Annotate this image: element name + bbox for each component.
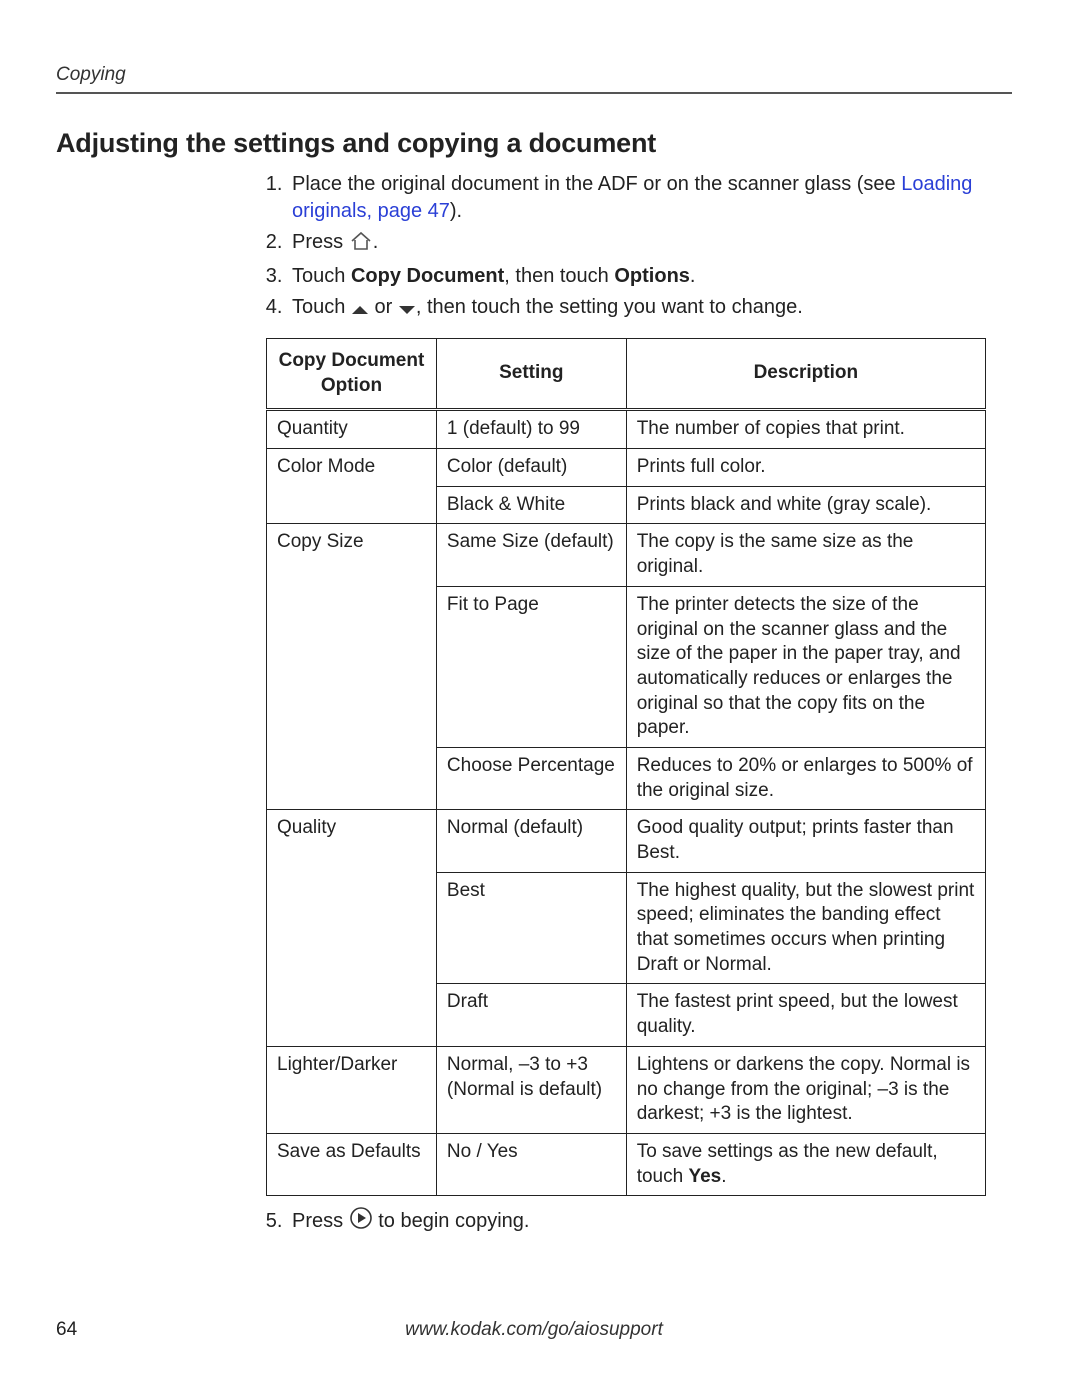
step-3-b: Copy Document — [351, 265, 504, 287]
cell-setting: Normal (default) — [436, 810, 626, 872]
cell-desc: Reduces to 20% or enlarges to 500% of th… — [626, 747, 985, 809]
cell-setting: 1 (default) to 99 — [436, 410, 626, 449]
table-row: Quality Normal (default) Good quality ou… — [267, 810, 986, 872]
cell-option: Save as Defaults — [267, 1133, 437, 1195]
step-1-text-post: ). — [450, 200, 462, 222]
cell-desc: Good quality output; prints faster than … — [626, 810, 985, 872]
cell-desc: Lightens or darkens the copy. Normal is … — [626, 1046, 985, 1133]
step-2-text-pre: Press — [292, 231, 349, 253]
cell-setting: No / Yes — [436, 1133, 626, 1195]
cell-option: Quality — [267, 810, 437, 1047]
step-3-d: Options — [614, 265, 690, 287]
step-4: Touch or , then touch the setting you wa… — [288, 294, 1012, 324]
cell-desc: The highest quality, but the slowest pri… — [626, 872, 985, 984]
cell-setting: Fit to Page — [436, 586, 626, 747]
table-row: Quantity 1 (default) to 99 The number of… — [267, 410, 986, 449]
step-4-a: Touch — [292, 296, 351, 318]
table-row: Save as Defaults No / Yes To save settin… — [267, 1133, 986, 1195]
step-4-c: , then touch the setting you want to cha… — [416, 296, 803, 318]
step-5-a: Press — [292, 1210, 349, 1232]
cell-desc-post: . — [721, 1166, 726, 1187]
steps-list-cont: Press to begin copying. — [56, 1206, 1012, 1238]
page-title: Adjusting the settings and copying a doc… — [56, 128, 1012, 159]
cell-option: Lighter/Darker — [267, 1046, 437, 1133]
step-1-text-pre: Place the original document in the ADF o… — [292, 173, 901, 195]
cell-setting: Choose Percentage — [436, 747, 626, 809]
options-table-wrap: Copy Document Option Setting Description… — [266, 338, 1012, 1196]
cell-desc: The fastest print speed, but the lowest … — [626, 984, 985, 1046]
cell-desc: To save settings as the new default, tou… — [626, 1133, 985, 1195]
up-arrow-icon — [351, 297, 369, 324]
step-3-a: Touch — [292, 265, 351, 287]
cell-setting: Same Size (default) — [436, 524, 626, 586]
cell-setting: Normal, –3 to +3 (Normal is default) — [436, 1046, 626, 1133]
step-3: Touch Copy Document, then touch Options. — [288, 263, 1012, 290]
step-3-e: . — [690, 265, 696, 287]
cell-option: Color Mode — [267, 449, 437, 524]
step-5: Press to begin copying. — [288, 1206, 1012, 1238]
th-option: Copy Document Option — [267, 339, 437, 410]
cell-setting: Draft — [436, 984, 626, 1046]
step-2: Press . — [288, 229, 1012, 259]
table-row: Color Mode Color (default) Prints full c… — [267, 449, 986, 487]
cell-desc: The printer detects the size of the orig… — [626, 586, 985, 747]
running-head: Copying — [56, 64, 1012, 92]
cell-option: Copy Size — [267, 524, 437, 810]
cell-desc-bold: Yes — [688, 1166, 721, 1187]
down-arrow-icon — [398, 297, 416, 324]
copy-options-table: Copy Document Option Setting Description… — [266, 338, 986, 1196]
home-icon — [349, 231, 373, 259]
cell-desc: The copy is the same size as the origina… — [626, 524, 985, 586]
footer-url: www.kodak.com/go/aiosupport — [56, 1319, 1012, 1341]
header-divider — [56, 92, 1012, 94]
cell-setting: Color (default) — [436, 449, 626, 487]
step-4-b: or — [369, 296, 398, 318]
step-1: Place the original document in the ADF o… — [288, 171, 1012, 225]
table-row: Lighter/Darker Normal, –3 to +3 (Normal … — [267, 1046, 986, 1133]
cell-desc-pre: To save settings as the new default, tou… — [637, 1141, 938, 1187]
step-2-text-post: . — [373, 231, 379, 253]
cell-desc: The number of copies that print. — [626, 410, 985, 449]
table-row: Copy Size Same Size (default) The copy i… — [267, 524, 986, 586]
cell-desc: Prints full color. — [626, 449, 985, 487]
th-setting: Setting — [436, 339, 626, 410]
play-icon — [349, 1206, 373, 1238]
step-3-c: , then touch — [504, 265, 614, 287]
cell-option: Quantity — [267, 410, 437, 449]
step-5-b: to begin copying. — [378, 1210, 529, 1232]
page-footer: 64 www.kodak.com/go/aiosupport — [0, 1319, 1080, 1341]
cell-desc: Prints black and white (gray scale). — [626, 486, 985, 524]
steps-list: Place the original document in the ADF o… — [56, 171, 1012, 324]
cell-setting: Black & White — [436, 486, 626, 524]
cell-setting: Best — [436, 872, 626, 984]
th-description: Description — [626, 339, 985, 410]
page-number: 64 — [56, 1319, 77, 1341]
